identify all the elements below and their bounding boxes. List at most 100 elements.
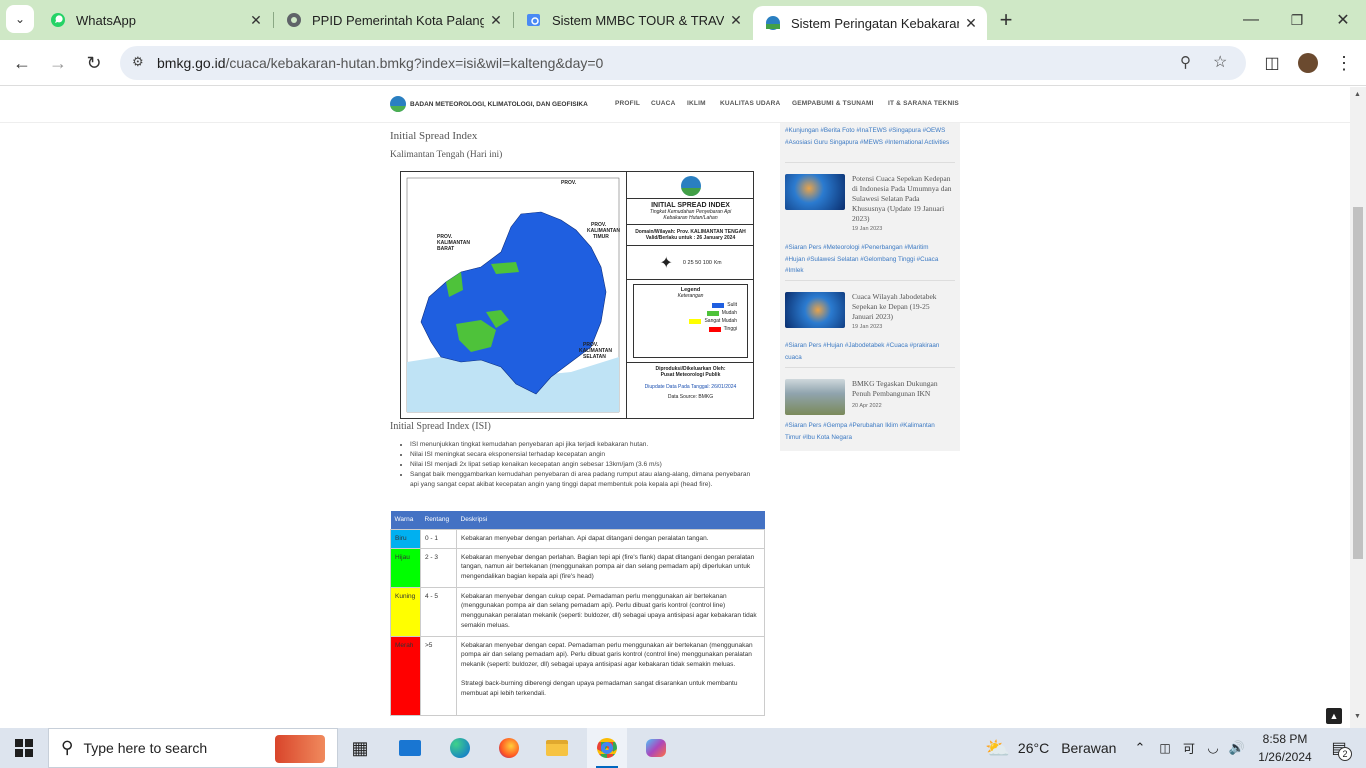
new-tab-button[interactable]: + (991, 5, 1021, 35)
close-tab-icon[interactable]: ✕ (959, 15, 983, 32)
nav-gempabumi[interactable]: GEMPABUMI & TSUNAMI (792, 100, 874, 107)
bmkg-logo[interactable]: BADAN METEOROLOGI, KLIMATOLOGI, DAN GEOF… (390, 96, 588, 112)
tag-list[interactable]: #Siaran Pers #Hujan #Jabodetabek #Cuaca … (785, 340, 950, 363)
file-explorer-icon[interactable] (537, 728, 577, 768)
tag-list[interactable]: #Siaran Pers #Gempa #Perubahan Iklim #Ka… (785, 420, 950, 443)
tab-title: Sistem Peringatan Kebakaran H (791, 15, 959, 31)
tray-chevron-up-icon[interactable]: ⌃ (1130, 728, 1150, 768)
volume-icon[interactable]: 🔊 (1227, 728, 1247, 768)
firefox-app-icon[interactable] (489, 728, 529, 768)
legend-swatch (712, 302, 725, 308)
taskbar-search-box[interactable]: ⚲ Type here to search (48, 728, 338, 768)
table-header-row: Warna Rentang Deskripsi (390, 511, 765, 529)
input-method-icon[interactable]: 可 (1179, 728, 1199, 768)
tab-whatsapp[interactable]: WhatsApp ✕ (38, 0, 272, 40)
page-scrollbar[interactable]: ▲ ▼ (1350, 87, 1366, 728)
partly-cloudy-icon: ⛅ (985, 737, 1010, 760)
zoom-icon[interactable]: ⚲ (1180, 53, 1191, 71)
list-item: ISI menunjukkan tingkat kemudahan penyeb… (410, 440, 760, 450)
news-title[interactable]: Potensi Cuaca Sepekan Kedepan di Indones… (852, 174, 952, 224)
url-text[interactable]: bmkg.go.id/cuaca/kebakaran-hutan.bmkg?in… (157, 55, 603, 71)
legend-item: Sangat Mudah (689, 318, 737, 324)
news-thumbnail[interactable] (785, 292, 845, 328)
close-tab-icon[interactable]: ✕ (244, 12, 268, 29)
search-highlight-gift-icon (275, 735, 325, 763)
start-button[interactable] (0, 728, 48, 768)
legend-item: Mudah (706, 310, 737, 316)
page-subtitle: Kalimantan Tengah (Hari ini) (390, 150, 503, 160)
nav-iklim[interactable]: IKLIM (687, 100, 706, 107)
list-item: Nilai ISI menjadi 2x lipat setiap kenaik… (410, 460, 760, 470)
legend-label: Sangat Mudah (704, 318, 737, 324)
tab-title: PPID Pemerintah Kota Palangka (312, 12, 484, 28)
chrome-app-icon[interactable] (587, 728, 627, 768)
news-title[interactable]: BMKG Tegaskan Dukungan Penuh Pembangunan… (852, 379, 952, 399)
notification-badge: 2 (1338, 747, 1352, 761)
tab-mmbc[interactable]: Sistem MMBC TOUR & TRAVEL ✕ (514, 0, 752, 40)
isi-map-image: PROV. PROV. KALIMANTAN BARAT PROV. KALIM… (400, 171, 754, 419)
paint-app-icon[interactable] (636, 728, 676, 768)
notification-center-icon[interactable]: ▤2 (1322, 728, 1356, 768)
profile-avatar[interactable] (1293, 48, 1323, 78)
reload-icon[interactable]: ↻ (79, 48, 109, 78)
legend-label: Tinggi (723, 326, 737, 332)
isi-section-title: Initial Spread Index (ISI) (390, 421, 491, 432)
back-to-top-button[interactable]: ▲ (1326, 708, 1342, 724)
tab-bmkg-active[interactable]: Sistem Peringatan Kebakaran H ✕ (753, 6, 987, 40)
minimize-icon[interactable]: — (1236, 5, 1266, 35)
color-cell: Merah (390, 635, 421, 716)
close-tab-icon[interactable]: ✕ (484, 12, 508, 29)
news-title[interactable]: Cuaca Wilayah Jabodetabek Sepekan ke Dep… (852, 292, 952, 322)
address-bar[interactable]: ⚙ bmkg.go.id/cuaca/kebakaran-hutan.bmkg?… (120, 46, 1246, 80)
wifi-icon[interactable]: ◡ (1203, 728, 1223, 768)
task-view-icon[interactable]: ▦ (340, 728, 380, 768)
nav-kualitas-udara[interactable]: KUALITAS UDARA (720, 100, 780, 107)
col-rentang: Rentang (420, 511, 457, 529)
tag-list[interactable]: #Kunjungan #Berita Foto #InaTEWS #Singap… (785, 125, 950, 148)
map-label-kaltim: PROV. (561, 180, 577, 186)
browser-toolbar: ← → ↻ ⚙ bmkg.go.id/cuaca/kebakaran-hutan… (0, 40, 1366, 86)
search-placeholder: Type here to search (83, 740, 208, 756)
weather-widget[interactable]: ⛅ 26°C Berawan (985, 728, 1116, 768)
legend-swatch (689, 318, 702, 324)
tab-ppid[interactable]: PPID Pemerintah Kota Palangka ✕ (274, 0, 512, 40)
news-thumbnail[interactable] (785, 174, 845, 210)
tab-search-button[interactable]: ⌄ (6, 5, 34, 33)
table-row: Kuning 4 - 5 Kebakaran menyebar dengan c… (390, 586, 765, 637)
table-row: Biru 0 - 1 Kebakaran menyebar dengan per… (390, 528, 765, 549)
forward-arrow-icon[interactable]: → (43, 48, 73, 78)
news-thumbnail[interactable] (785, 379, 845, 415)
panel-bmkg-logo (680, 176, 701, 196)
back-arrow-icon[interactable]: ← (7, 48, 37, 78)
edge-app-icon[interactable] (440, 728, 480, 768)
restore-icon[interactable]: ❐ (1282, 5, 1312, 35)
legend-label: Sulit (727, 302, 737, 308)
windows-taskbar: ⚲ Type here to search ▦ ⛅ 26°C Berawan ⌃… (0, 728, 1366, 768)
close-tab-icon[interactable]: ✕ (724, 12, 748, 29)
close-window-icon[interactable]: ✕ (1328, 5, 1358, 35)
divider (785, 162, 955, 163)
tab-title: WhatsApp (76, 12, 136, 28)
svg-text:TIMUR: TIMUR (593, 234, 609, 240)
side-panel-icon[interactable]: ◫ (1257, 48, 1287, 78)
menu-kebab-icon[interactable]: ⋮ (1329, 48, 1359, 78)
tag-list[interactable]: #Siaran Pers #Meteorologi #Penerbangan #… (785, 242, 950, 277)
legend-item: Tinggi (708, 326, 737, 332)
clock-date: 1/26/2024 (1258, 750, 1312, 764)
weather-temp: 26°C (1017, 740, 1050, 756)
clock[interactable]: 8:58 PM 1/26/2024 (1252, 728, 1318, 768)
bookmark-star-icon[interactable]: ☆ (1213, 52, 1227, 72)
site-settings-icon[interactable]: ⚙ (132, 54, 144, 70)
legend-label: Mudah (721, 310, 737, 316)
scroll-thumb[interactable] (1353, 207, 1363, 559)
nav-cuaca[interactable]: CUACA (651, 100, 675, 107)
scroll-up-arrow[interactable]: ▲ (1354, 91, 1361, 98)
nav-it-sarana[interactable]: IT & SARANA TEKNIS (888, 100, 959, 107)
news-date: 19 Jan 2023 (852, 226, 883, 232)
scroll-down-arrow[interactable]: ▼ (1354, 713, 1361, 720)
mail-app-icon[interactable] (390, 728, 430, 768)
search-icon: ⚲ (61, 738, 74, 757)
nav-profil[interactable]: PROFIL (615, 100, 640, 107)
range-cell: >5 (420, 635, 457, 716)
meet-now-icon[interactable]: ◫ (1155, 728, 1175, 768)
